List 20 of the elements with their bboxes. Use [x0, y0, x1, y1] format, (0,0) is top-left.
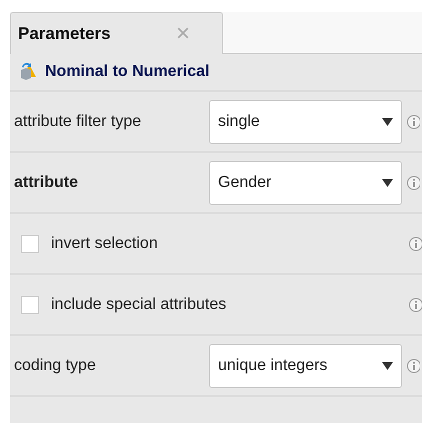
checkbox[interactable] [21, 234, 39, 252]
checkbox[interactable] [21, 296, 39, 314]
dropdown[interactable]: single [209, 100, 402, 144]
caret-icon [382, 118, 393, 126]
checkbox-label: include special attributes [51, 296, 226, 314]
parameters-tab[interactable]: Parameters × [10, 12, 223, 54]
caret-icon [382, 362, 393, 370]
caret-icon [382, 178, 393, 186]
info-icon[interactable] [406, 358, 420, 374]
checkbox-label: invert selection [51, 234, 158, 252]
parameter-label: attribute filter type [14, 112, 142, 130]
info-icon[interactable] [406, 114, 420, 130]
info-icon[interactable] [408, 236, 422, 252]
operator-title: Nominal to Numerical [45, 63, 210, 81]
info-icon[interactable] [408, 296, 422, 312]
parameter-label: coding type [14, 356, 97, 374]
dropdown[interactable]: unique integers [209, 344, 402, 388]
info-icon[interactable] [406, 174, 420, 190]
parameter-label: attribute [14, 174, 79, 192]
dropdown[interactable]: Gender [209, 160, 402, 204]
